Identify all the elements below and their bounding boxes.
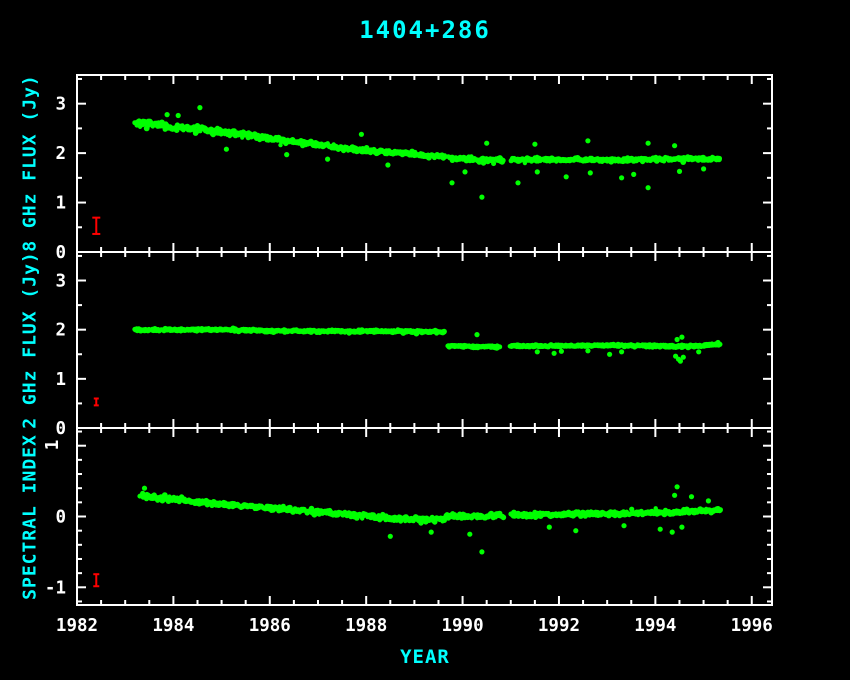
svg-text:0: 0 <box>55 508 66 528</box>
y-axis-title-2ghz-flux: 2 GHz FLUX (Jy) <box>20 251 41 429</box>
panel-1-error-bar <box>94 399 99 406</box>
panel-1-ytick-labels: 0 1 2 3 <box>55 272 66 439</box>
svg-text:1: 1 <box>55 370 66 390</box>
svg-text:1984: 1984 <box>152 616 194 636</box>
svg-text:1: 1 <box>43 440 63 451</box>
svg-text:1992: 1992 <box>538 616 580 636</box>
y-axis-title-spectral-index: SPECTRAL INDEX <box>20 434 41 600</box>
panel-1-frame <box>77 252 772 428</box>
panel-1-markers <box>132 326 722 364</box>
panel-0-frame <box>77 75 772 252</box>
x-axis-title: YEAR <box>0 646 850 668</box>
svg-text:1: 1 <box>55 194 66 214</box>
svg-text:1994: 1994 <box>634 616 676 636</box>
svg-text:1986: 1986 <box>249 616 291 636</box>
svg-text:1996: 1996 <box>731 616 773 636</box>
svg-text:1990: 1990 <box>441 616 483 636</box>
svg-text:0: 0 <box>55 419 66 439</box>
x-tick-labels: 1982 1984 1986 1988 1990 1992 1994 1996 <box>56 616 773 636</box>
svg-text:1988: 1988 <box>345 616 387 636</box>
svg-text:2: 2 <box>55 144 66 164</box>
svg-text:3: 3 <box>55 272 66 292</box>
y-axis-title-8ghz-flux: 8 GHz FLUX (Jy) <box>20 74 41 252</box>
panel-2-ytick-labels: -1 0 1 <box>43 440 66 599</box>
chart-title: 1404+286 <box>0 16 850 44</box>
svg-text:0: 0 <box>55 243 66 263</box>
light-curve-figure: 1404+286 8 GHz FLUX (Jy) 2 GHz FLUX (Jy)… <box>0 0 850 680</box>
svg-text:-1: -1 <box>45 578 66 598</box>
panel-2-markers <box>137 484 723 554</box>
svg-text:2: 2 <box>55 321 66 341</box>
panel-0-ytick-labels: 0 1 2 3 <box>55 95 66 263</box>
panel-0-markers <box>132 105 722 200</box>
svg-text:3: 3 <box>55 95 66 115</box>
panel-2-error-bar <box>93 574 99 586</box>
plot-canvas: 01230123-1011982198419861988199019921994… <box>0 0 850 680</box>
svg-text:1982: 1982 <box>56 616 98 636</box>
panel-0-error-bar <box>92 218 100 234</box>
